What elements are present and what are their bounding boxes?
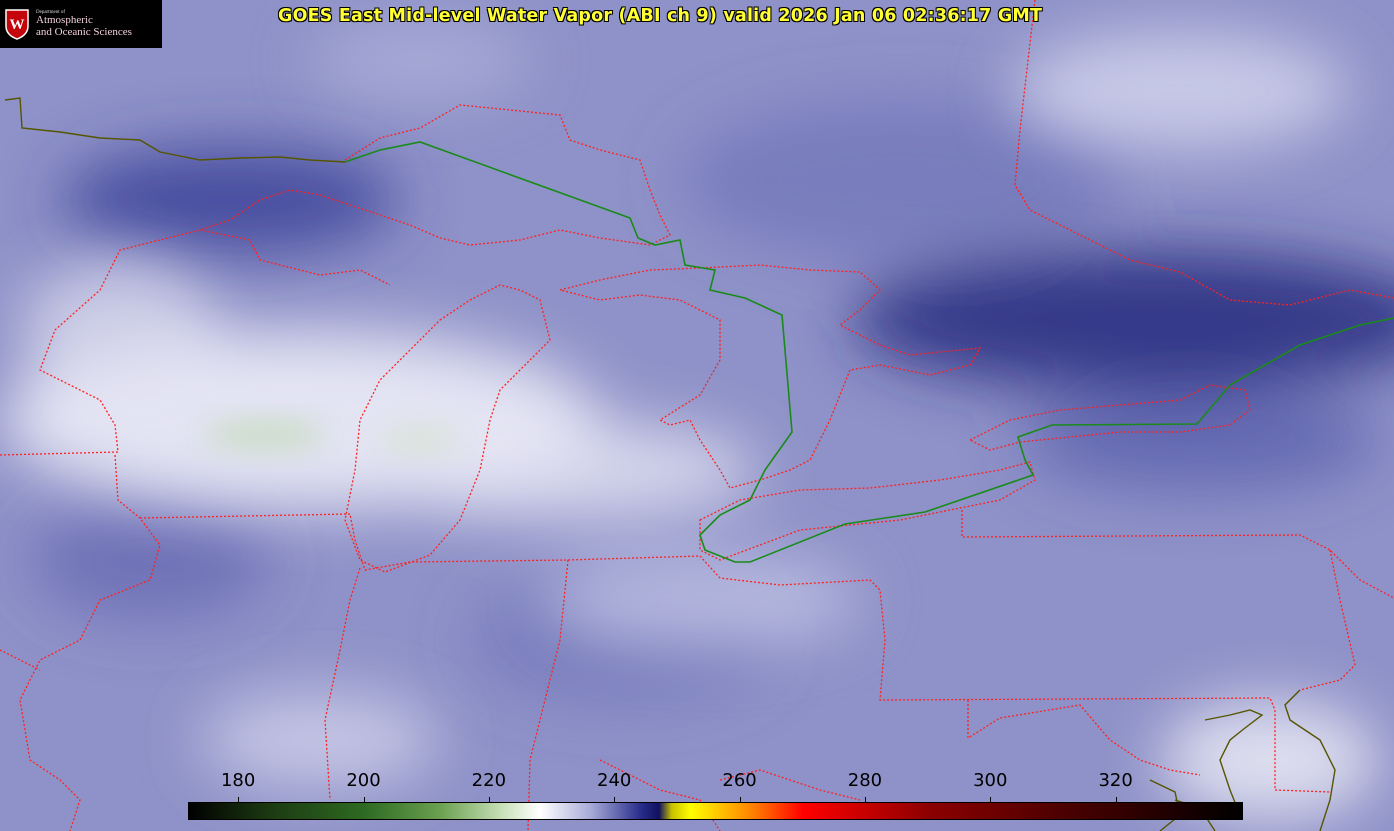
colorbar-tick-label: 280 xyxy=(847,770,883,791)
map-title: GOES East Mid-level Water Vapor (ABI ch … xyxy=(278,6,1043,26)
colorbar-tick-label: 200 xyxy=(346,770,381,791)
colorbar-tick-mark xyxy=(238,797,240,802)
colorbar-tick-mark xyxy=(614,797,616,802)
colorbar-tick-label: 300 xyxy=(973,770,1008,791)
colorbar-tick-mark xyxy=(990,797,992,802)
logo-line1: Atmospheric xyxy=(36,14,93,27)
logo-line2: and Oceanic Sciences xyxy=(36,25,132,38)
aos-logo: W Department of Atmospheric and Oceanic … xyxy=(0,0,162,48)
colorbar-tick-mark xyxy=(864,797,866,802)
colorbar-tick-label: 260 xyxy=(722,770,757,791)
svg-text:W: W xyxy=(10,17,25,33)
satellite-map xyxy=(0,0,1394,831)
colorbar-tick-label: 320 xyxy=(1098,770,1133,791)
colorbar-tick-mark xyxy=(739,797,741,802)
colorbar-tick-label: 220 xyxy=(471,770,507,791)
colorbar-tick-mark xyxy=(363,797,365,802)
colorbar-tick-mark xyxy=(1115,797,1117,802)
colorbar-tick-label: 180 xyxy=(220,770,256,791)
colorbar-tick-mark xyxy=(488,797,490,802)
colorbar-tick-label: 240 xyxy=(597,770,632,791)
uw-crest-icon: W xyxy=(5,9,29,40)
colorbar xyxy=(188,802,1243,820)
